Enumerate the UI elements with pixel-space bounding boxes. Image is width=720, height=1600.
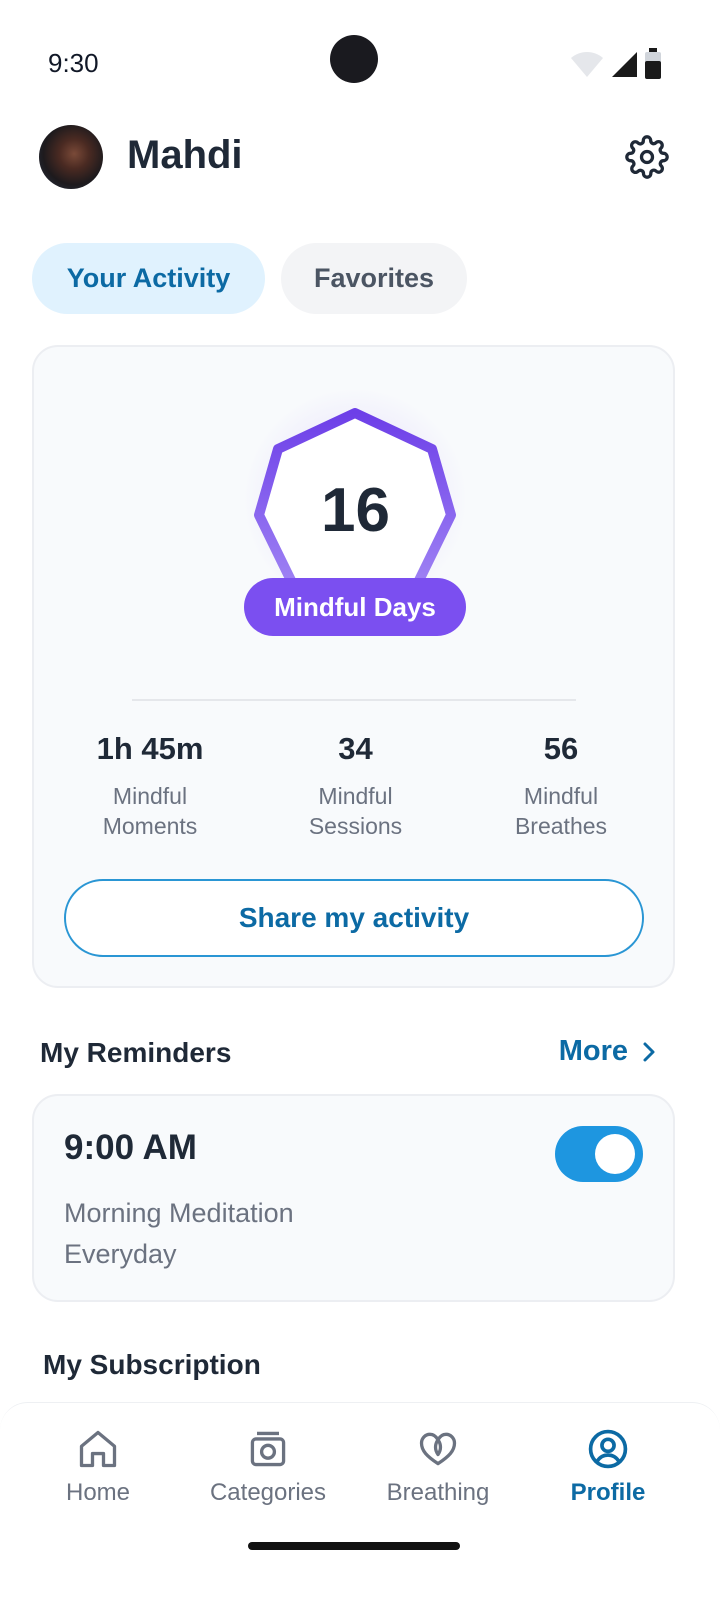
breathing-heart-icon: [419, 1432, 457, 1466]
activity-card: 16 Mindful Days 1h 45m Mindful Moments 34…: [32, 345, 675, 988]
battery-icon: [645, 48, 661, 79]
nav-label: Profile: [570, 1479, 646, 1506]
settings-button[interactable]: [625, 135, 669, 179]
home-icon: [79, 1430, 117, 1468]
share-activity-button[interactable]: Share my activity: [64, 879, 644, 957]
gear-icon: [625, 135, 669, 179]
nav-label: Breathing: [386, 1479, 490, 1506]
reminders-title: My Reminders: [40, 1037, 232, 1068]
home-indicator: [248, 1542, 460, 1550]
avatar[interactable]: [39, 125, 103, 189]
profile-header: Mahdi: [39, 125, 669, 189]
signal-icon: [612, 52, 637, 77]
stat-mindful-sessions: 34 Mindful Sessions: [254, 731, 458, 841]
nav-item-categories[interactable]: Categories: [183, 1427, 353, 1507]
stat-value: 56: [543, 731, 579, 766]
nav-item-home[interactable]: Home: [13, 1427, 183, 1507]
reminder-toggle[interactable]: [555, 1126, 643, 1182]
divider: [132, 699, 576, 701]
reminder-time: 9:00 AM: [64, 1128, 197, 1167]
stat-mindful-moments: 1h 45m Mindful Moments: [48, 731, 252, 841]
stat-value: 34: [338, 731, 373, 766]
toggle-knob: [595, 1134, 635, 1174]
reminder-repeat: Everyday: [64, 1239, 177, 1269]
mindful-days-label: Mindful Days: [244, 578, 466, 636]
nav-item-profile[interactable]: Profile: [523, 1427, 693, 1507]
camera-cutout: [330, 35, 378, 83]
categories-icon: [250, 1431, 286, 1467]
chevron-right-icon: [643, 1042, 655, 1061]
more-label: More: [558, 1035, 628, 1067]
bottom-nav: Home Categories Breathing Profile: [0, 1402, 720, 1600]
tab-your-activity[interactable]: Your Activity: [32, 243, 265, 314]
status-time: 9:30: [48, 48, 99, 78]
stat-value: 1h 45m: [96, 731, 204, 766]
status-icons: [570, 48, 662, 80]
subscription-title: My Subscription: [43, 1349, 261, 1380]
nav-label: Categories: [209, 1479, 327, 1506]
nav-item-breathing[interactable]: Breathing: [353, 1427, 523, 1507]
more-reminders-link[interactable]: More: [559, 1035, 656, 1068]
reminder-title: Morning Meditation: [64, 1198, 294, 1228]
stat-label: Mindful Breathes: [514, 783, 608, 839]
stat-label: Mindful Sessions: [308, 783, 403, 839]
status-bar: 9:30: [0, 0, 720, 120]
stat-label: Mindful Moments: [102, 783, 198, 839]
wifi-icon: [571, 52, 603, 77]
tab-bar: Your Activity Favorites: [32, 243, 467, 314]
mindful-days-count: 16: [321, 476, 390, 545]
profile-icon: [588, 1429, 628, 1469]
stat-mindful-breathes: 56 Mindful Breathes: [459, 731, 663, 841]
nav-label: Home: [65, 1479, 131, 1506]
reminder-card[interactable]: 9:00 AM Morning Meditation Everyday: [32, 1094, 675, 1302]
tab-favorites[interactable]: Favorites: [281, 243, 467, 314]
activity-stats: 1h 45m Mindful Moments 34 Mindful Sessions…: [34, 731, 677, 841]
user-name: Mahdi: [127, 133, 243, 177]
